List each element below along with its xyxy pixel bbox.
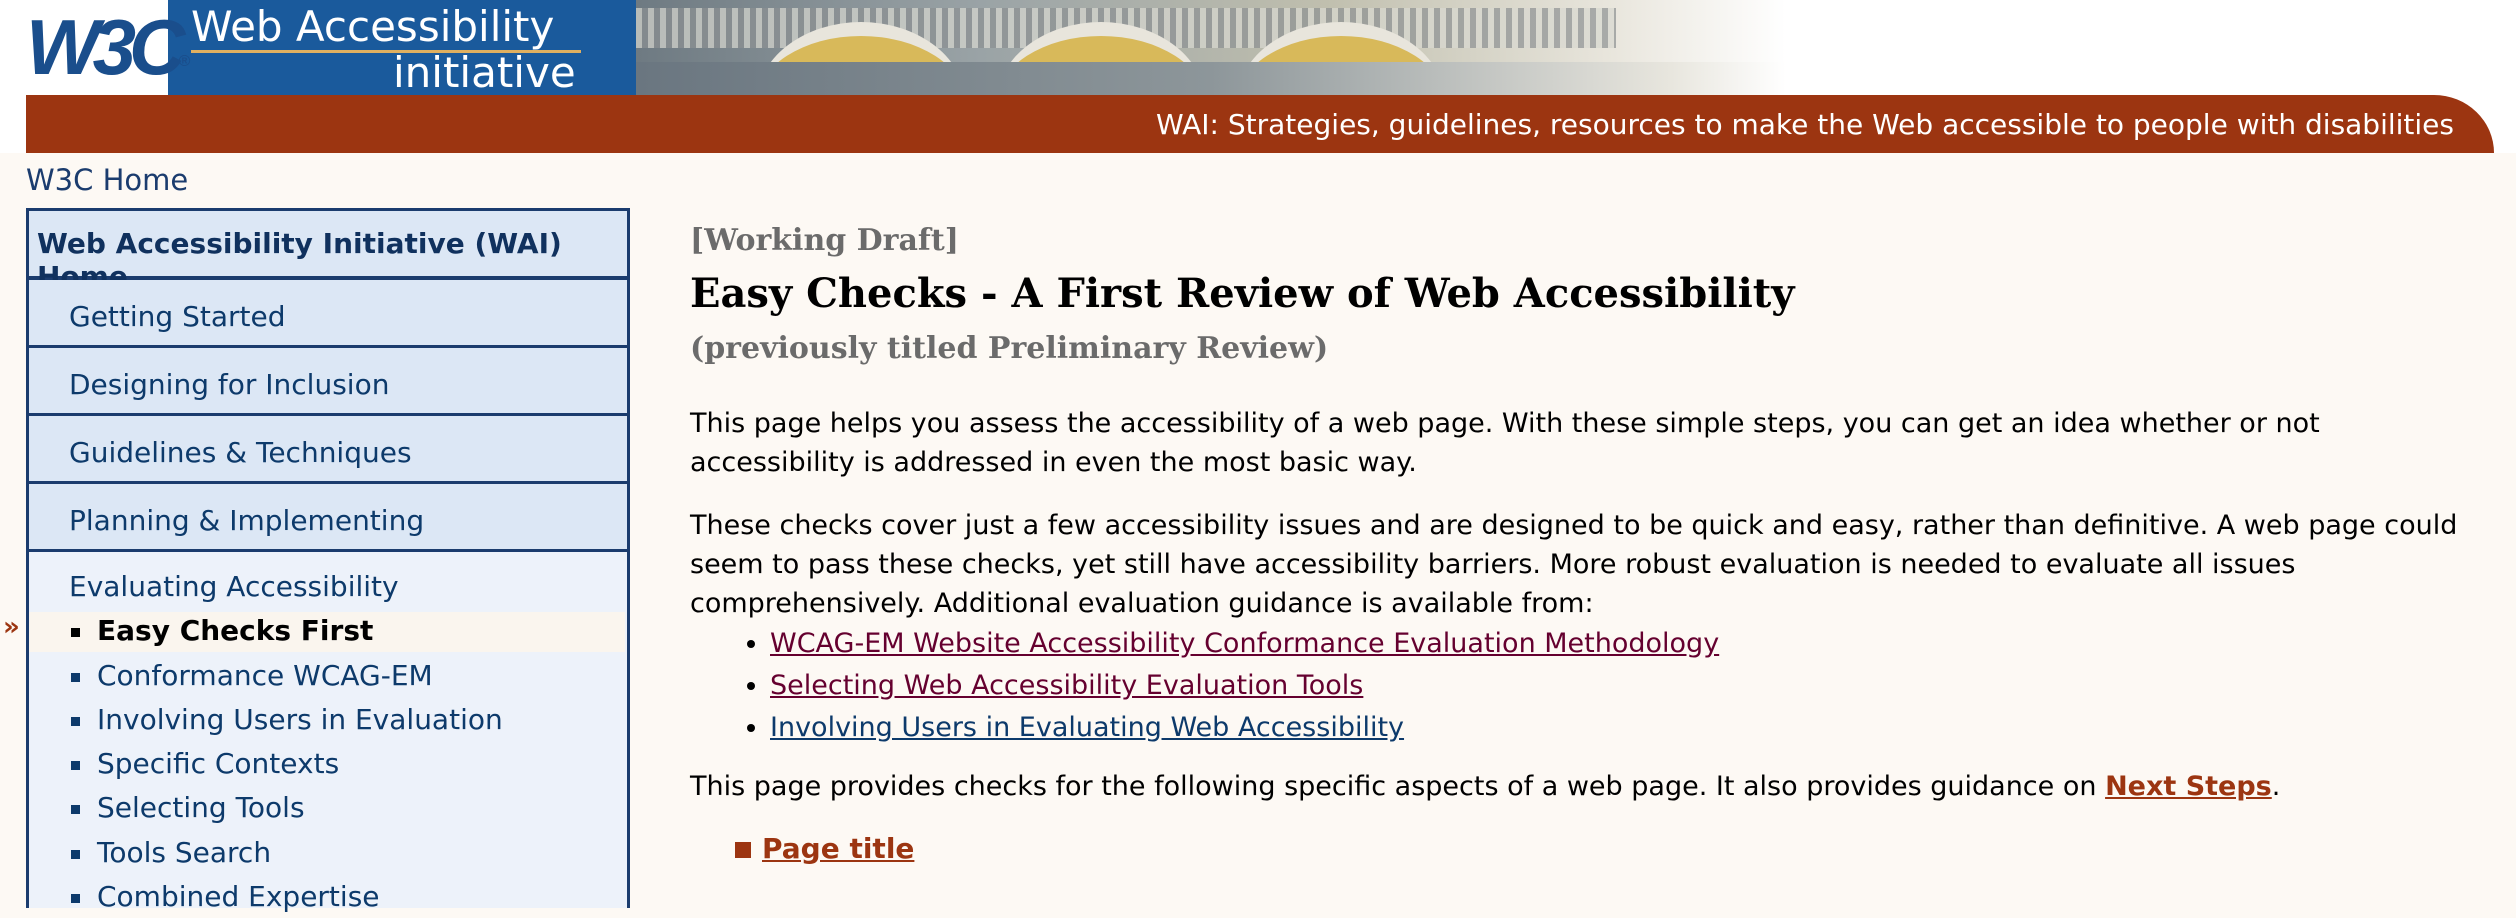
- nav-wai-home[interactable]: Web Accessibility Initiative (WAI) Home: [29, 211, 627, 293]
- square-bullet-icon: [71, 894, 80, 903]
- current-page-marker-icon: »: [3, 612, 20, 642]
- page-subtitle: (previously titled Preliminary Review): [690, 331, 1329, 366]
- list-item: Selecting Web Accessibility Evaluation T…: [770, 665, 2490, 707]
- page-title: Easy Checks - A First Review of Web Acce…: [690, 270, 1795, 317]
- current-marker-glyph: »: [3, 612, 20, 642]
- nav-sub-label: Combined Expertise: [97, 880, 380, 913]
- square-bullet-icon: [71, 850, 80, 859]
- nav-sub-easy-checks[interactable]: » Easy Checks First: [3, 612, 625, 652]
- toc-page-title-link[interactable]: Page title: [762, 832, 914, 865]
- draft-label: [Working Draft]: [690, 223, 959, 258]
- square-bullet-icon: [71, 805, 80, 814]
- nav-sub-label: Specific Contexts: [97, 747, 340, 780]
- link-involving-users[interactable]: Involving Users in Evaluating Web Access…: [770, 712, 1404, 743]
- link-selecting-tools[interactable]: Selecting Web Accessibility Evaluation T…: [770, 670, 1363, 701]
- nav-sub-label: Conformance WCAG-EM: [97, 659, 433, 692]
- nav-evaluating-accessibility[interactable]: Evaluating Accessibility: [29, 552, 627, 603]
- nav-sub-conformance[interactable]: Conformance WCAG-EM: [29, 657, 625, 697]
- tagline-text: WAI: Strategies, guidelines, resources t…: [1155, 108, 2454, 141]
- nav-sub-selecting-tools[interactable]: Selecting Tools: [29, 789, 625, 829]
- wai-logo[interactable]: W3C® Web Accessibility initiative: [26, 0, 636, 97]
- river-water: [636, 62, 1786, 95]
- w3c-logo-text: W3C: [26, 3, 185, 91]
- checks-toc: Page title: [690, 832, 2490, 865]
- w3c-logo[interactable]: W3C®: [26, 0, 190, 95]
- square-bullet-icon: [735, 842, 751, 858]
- nav-sub-combined-expertise[interactable]: Combined Expertise: [29, 878, 625, 918]
- main-content: [Working Draft] Easy Checks - A First Re…: [690, 210, 2490, 865]
- nav-designing-for-inclusion[interactable]: Designing for Inclusion: [29, 348, 627, 416]
- square-bullet-icon: [71, 761, 80, 770]
- aspects-text: This page provides checks for the follow…: [690, 771, 2106, 802]
- link-wcag-em[interactable]: WCAG-EM Website Accessibility Conformanc…: [770, 628, 1719, 659]
- next-steps-link[interactable]: Next Steps: [2105, 771, 2272, 802]
- guidance-links-list: WCAG-EM Website Accessibility Conformanc…: [690, 623, 2490, 749]
- w3c-home-link[interactable]: W3C Home: [26, 163, 188, 197]
- wai-title-line1: Web Accessibility: [191, 2, 555, 51]
- list-item: Involving Users in Evaluating Web Access…: [770, 707, 2490, 749]
- logo-underline: [191, 50, 581, 53]
- square-bullet-icon: [71, 628, 80, 637]
- nav-sub-tools-search[interactable]: Tools Search: [29, 834, 625, 874]
- registered-mark: ®: [178, 53, 191, 70]
- nav-planning-implementing[interactable]: Planning & Implementing: [29, 484, 627, 552]
- nav-sub-specific-contexts[interactable]: Specific Contexts: [29, 745, 625, 785]
- nav-sub-label: Easy Checks First: [97, 614, 374, 647]
- nav-sub-label: Tools Search: [97, 836, 272, 869]
- nav-sub-involving-users[interactable]: Involving Users in Evaluation: [29, 701, 625, 741]
- scope-paragraph: These checks cover just a few accessibil…: [690, 510, 2458, 619]
- nav-sub-label: Involving Users in Evaluation: [97, 703, 503, 736]
- aspects-period: .: [2271, 771, 2281, 802]
- nav-sub-label: Selecting Tools: [97, 791, 305, 824]
- tagline-bar: WAI: Strategies, guidelines, resources t…: [26, 95, 2494, 153]
- list-item: WCAG-EM Website Accessibility Conformanc…: [770, 623, 2490, 665]
- square-bullet-icon: [71, 673, 80, 682]
- nav-guidelines-techniques[interactable]: Guidelines & Techniques: [29, 416, 627, 484]
- bridge-photo-banner: [636, 0, 1786, 95]
- sidebar-nav: Web Accessibility Initiative (WAI) Home …: [3, 208, 630, 913]
- intro-paragraph: This page helps you assess the accessibi…: [690, 408, 2320, 478]
- aspects-paragraph: This page provides checks for the follow…: [690, 767, 2490, 806]
- site-header: W3C® Web Accessibility initiative WAI: S…: [0, 0, 2516, 153]
- wai-title-line2: initiative: [393, 48, 576, 97]
- square-bullet-icon: [71, 717, 80, 726]
- nav-getting-started[interactable]: Getting Started: [29, 280, 627, 348]
